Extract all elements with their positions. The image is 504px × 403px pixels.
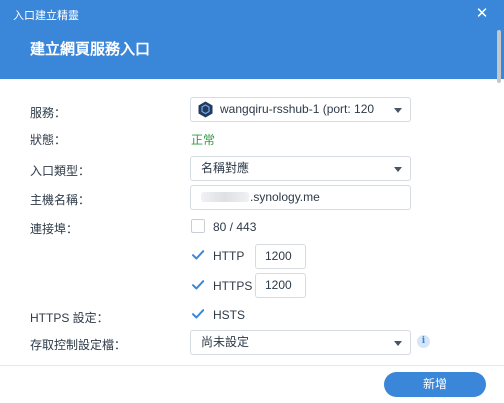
chevron-down-icon xyxy=(394,108,402,113)
close-icon[interactable]: ✕ xyxy=(471,4,493,24)
http-checkbox[interactable] xyxy=(191,248,205,262)
access-control-label: 存取控制設定檔： xyxy=(30,338,127,352)
scrollbar[interactable] xyxy=(497,30,501,83)
http-port-input[interactable]: 1200 xyxy=(255,244,306,269)
portal-type-label: 入口類型： xyxy=(30,164,91,178)
hsts-label: HSTS xyxy=(213,308,246,322)
footer-divider xyxy=(0,365,504,366)
port-80-443-checkbox[interactable] xyxy=(191,219,205,233)
https-label: HTTPS xyxy=(213,279,253,293)
https-port-input[interactable]: 1200 xyxy=(255,273,306,298)
port-label: 連接埠： xyxy=(30,222,79,236)
info-icon[interactable]: i xyxy=(417,335,430,348)
http-label: HTTP xyxy=(213,249,245,263)
hostname-input[interactable]: .synology.me xyxy=(190,185,411,210)
checkmark-icon xyxy=(192,280,205,290)
window-title: 入口建立精靈 xyxy=(13,10,79,22)
redacted-text xyxy=(201,192,249,202)
https-checkbox[interactable] xyxy=(191,278,205,292)
checkmark-icon xyxy=(192,250,205,260)
chevron-down-icon xyxy=(394,341,402,346)
hostname-label: 主機名稱： xyxy=(30,193,91,207)
port-80-443-label: 80 / 443 xyxy=(213,220,257,234)
https-settings-label: HTTPS 設定： xyxy=(30,311,109,325)
service-select[interactable]: wangqiru-rsshub-1 (port: 120 xyxy=(190,97,411,122)
status-value: 正常 xyxy=(191,133,216,147)
dialog-header: 入口建立精靈 ✕ 建立網頁服務入口 xyxy=(0,0,504,79)
page-title: 建立網頁服務入口 xyxy=(30,41,151,58)
checkmark-icon xyxy=(192,309,205,319)
status-label: 狀態： xyxy=(30,133,67,147)
hsts-checkbox[interactable] xyxy=(191,307,205,321)
access-control-value: 尚未設定 xyxy=(201,335,250,349)
access-control-select[interactable]: 尚未設定 xyxy=(190,330,411,355)
create-button[interactable]: 新增 xyxy=(384,372,486,397)
hostname-value: .synology.me xyxy=(250,190,320,204)
portal-type-select[interactable]: 名稱對應 xyxy=(190,156,411,181)
service-label: 服務： xyxy=(30,106,67,120)
container-hexagon-icon xyxy=(198,101,213,118)
portal-type-value: 名稱對應 xyxy=(201,161,250,175)
chevron-down-icon xyxy=(394,167,402,172)
service-value: wangqiru-rsshub-1 (port: 120 xyxy=(220,102,375,116)
